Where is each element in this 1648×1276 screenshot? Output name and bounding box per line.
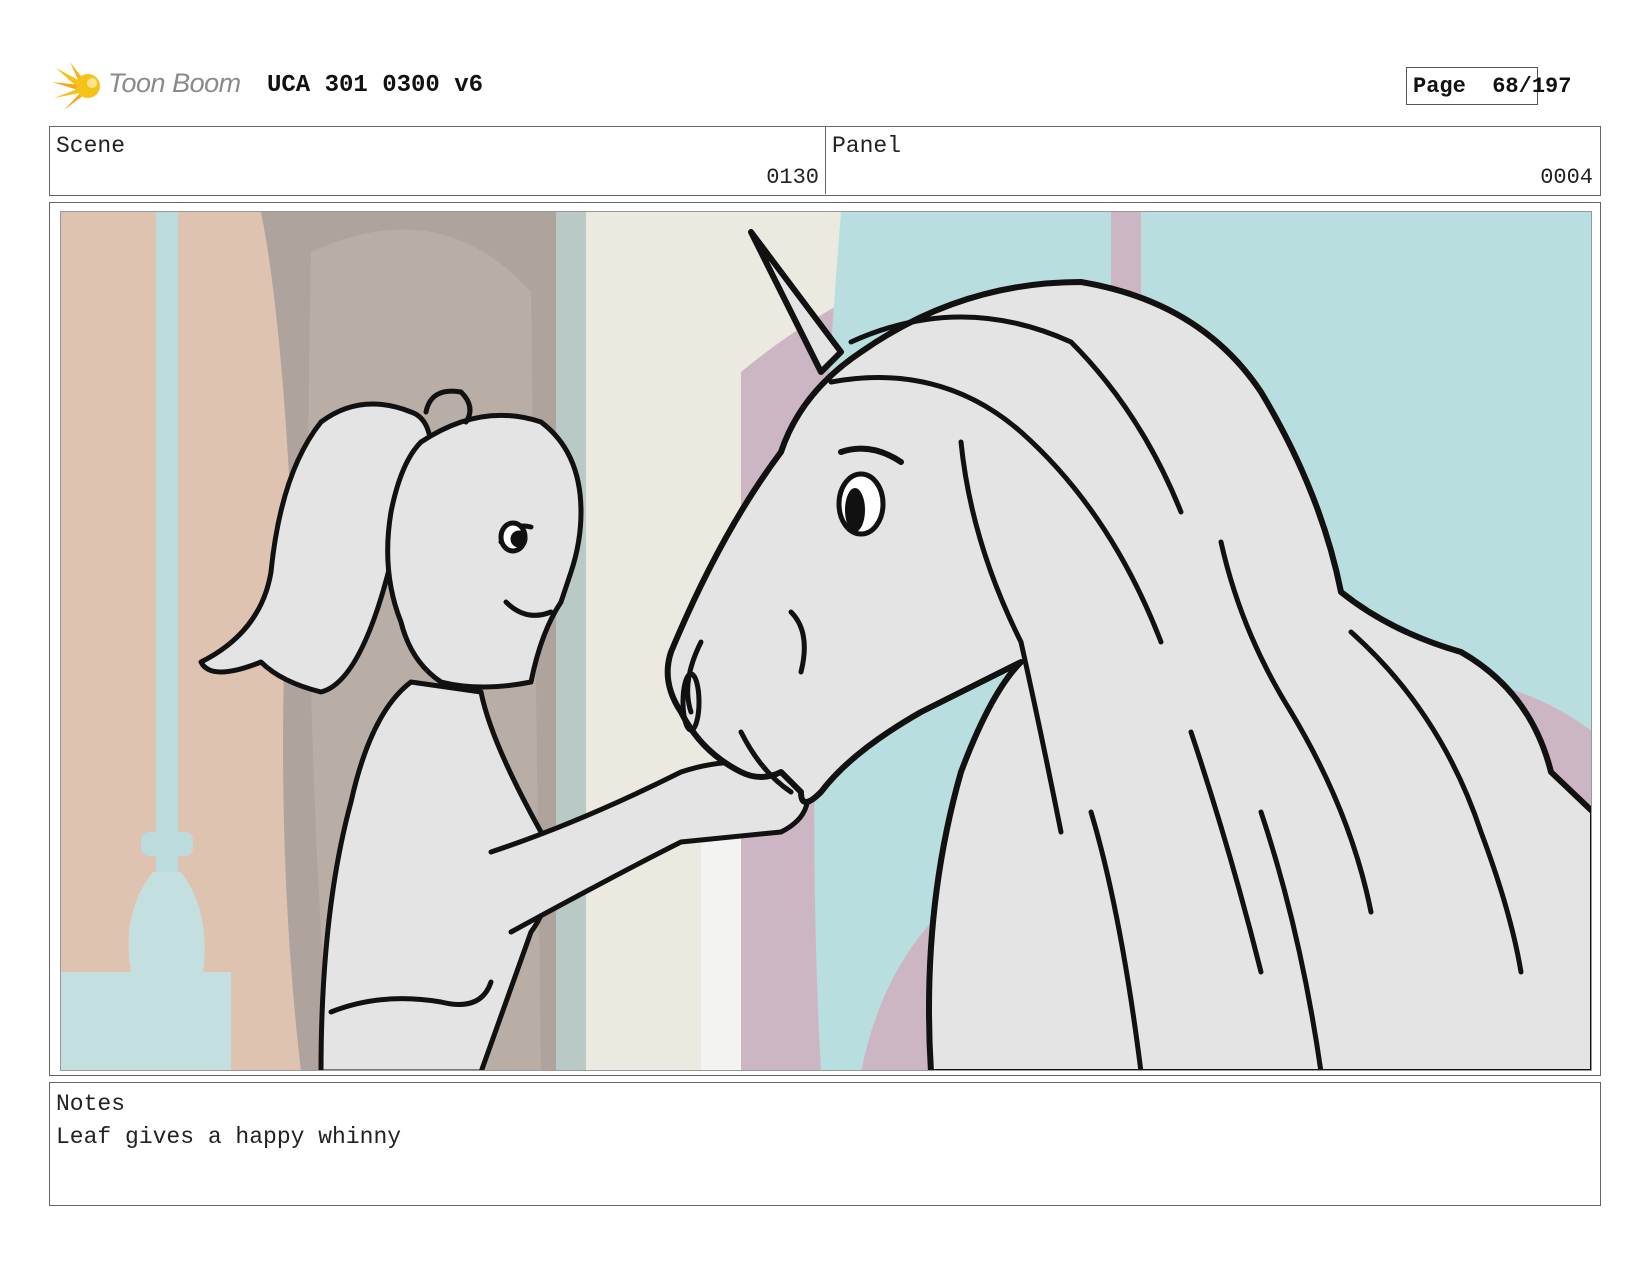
panel-label: Panel: [832, 133, 902, 159]
page-header: Toon Boom UCA 301 0300 v6 Page 68/197: [52, 58, 1600, 112]
notes-box: Notes Leaf gives a happy whinny: [49, 1082, 1601, 1206]
storyboard-frame: [49, 202, 1601, 1076]
scene-panel-row: Scene 0130 Panel 0004: [49, 126, 1601, 196]
document-title: UCA 301 0300 v6: [267, 72, 484, 99]
toon-boom-logo: Toon Boom: [52, 58, 252, 112]
page-indicator: Page 68/197: [1406, 67, 1571, 105]
storyboard-image: [60, 211, 1592, 1071]
scene-cell: Scene 0130: [50, 127, 826, 194]
logo-text: Toon Boom: [108, 68, 241, 98]
panel-cell: Panel 0004: [826, 127, 1599, 194]
page-number: 68/197: [1492, 74, 1572, 99]
scene-number: 0130: [766, 165, 819, 190]
panel-number: 0004: [1540, 165, 1593, 190]
page-label: Page: [1413, 74, 1466, 99]
notes-label: Notes: [56, 1091, 126, 1117]
scene-label: Scene: [56, 133, 126, 159]
cream-post: [701, 812, 741, 1070]
storyboard-sketch: [61, 212, 1591, 1070]
door-frame: [556, 212, 586, 1070]
sunburst-logo-icon: [52, 62, 100, 110]
notes-text: Leaf gives a happy whinny: [56, 1124, 402, 1150]
